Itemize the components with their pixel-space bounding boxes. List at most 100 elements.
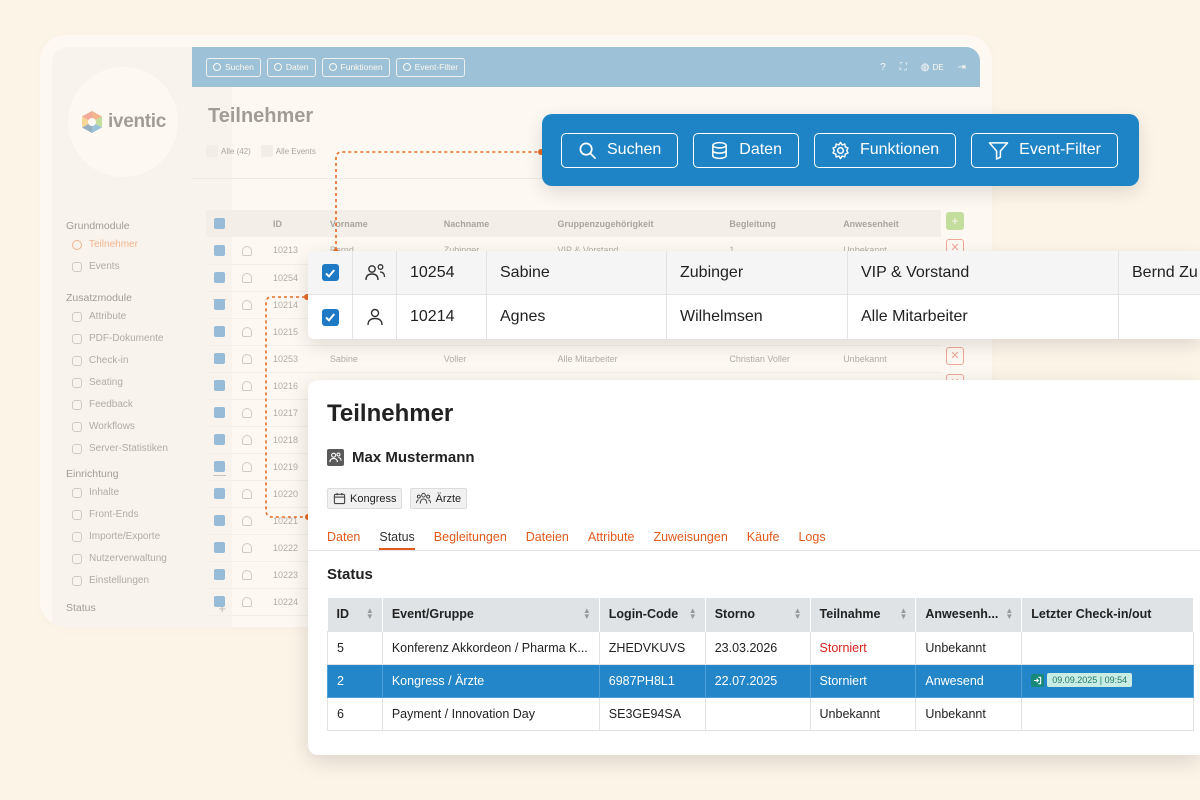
status-last-checkin bbox=[1021, 696, 1194, 731]
tab-begleitungen[interactable]: Begleitungen bbox=[434, 530, 507, 550]
database-icon bbox=[712, 141, 728, 159]
detail-title: Teilnehmer bbox=[327, 400, 454, 427]
person-icon bbox=[327, 449, 344, 466]
row-last-name: Zubinger bbox=[667, 251, 848, 294]
status-participation: Storniert bbox=[809, 630, 917, 665]
connector-rows bbox=[265, 296, 308, 518]
status-column-label: Event/Gruppe bbox=[391, 607, 474, 622]
status-column-label: Teilnahme bbox=[819, 607, 881, 622]
status-table-header: ID ▲ ▼ Event/Gruppe ▲ ▼ Login-Code ▲ ▼ Storno ▲ ▼ Te… bbox=[327, 598, 1194, 631]
person-name: Max Mustermann bbox=[352, 449, 475, 466]
event-chips: Kongress Ärzte bbox=[327, 488, 468, 509]
table-row[interactable]: 10214 Agnes Wilhelmsen Alle Mitarbeiter bbox=[308, 295, 1200, 339]
checkin-entry: 09.09.2025 | 09:54 bbox=[1031, 673, 1133, 688]
status-id: 6 bbox=[327, 696, 383, 731]
calendar-icon bbox=[333, 492, 346, 505]
row-companion bbox=[1119, 295, 1200, 339]
status-event: Konferenz Akkordeon / Pharma K... bbox=[381, 630, 600, 665]
status-column-label: Storno bbox=[714, 607, 755, 622]
status-column-label: Letzter Check-in/out bbox=[1031, 607, 1152, 622]
data-button-label: Daten bbox=[739, 141, 782, 158]
check-icon bbox=[325, 268, 336, 278]
person-group-icon bbox=[364, 263, 385, 280]
status-column-label: Anwesenh... bbox=[925, 607, 999, 622]
row-type-cell bbox=[353, 295, 397, 339]
status-table-body: 5 Konferenz Akkordeon / Pharma K... ZHEDVK… bbox=[327, 630, 1194, 731]
participant-detail-panel: Teilnehmer Max Mustermann Kongress Ärzte… bbox=[308, 380, 1200, 755]
tab-dateien[interactable]: Dateien bbox=[526, 530, 569, 550]
chip-group[interactable]: Ärzte bbox=[410, 488, 468, 509]
status-column-header[interactable]: Letzter Check-in/out bbox=[1021, 598, 1194, 631]
tab-status[interactable]: Status bbox=[379, 530, 415, 550]
status-row[interactable]: 5 Konferenz Akkordeon / Pharma K... ZHEDVK… bbox=[327, 630, 1194, 665]
detail-tabs: Daten Status Begleitungen Dateien Attribute Z… bbox=[327, 530, 845, 550]
tab-attribute[interactable]: Attribute bbox=[588, 530, 635, 550]
status-row[interactable]: 6 Payment / Innovation Day SE3GE94SA Unbeka… bbox=[327, 696, 1194, 731]
sort-icon[interactable]: ▲ ▼ bbox=[1005, 607, 1013, 621]
row-checkbox[interactable] bbox=[321, 264, 339, 281]
status-row[interactable]: 2 Kongress / Ärzte 6987PH8L1 22.07.2025 Stor… bbox=[327, 663, 1194, 698]
rows-zoom: 10254 Sabine Zubinger VIP & Vorstand Ber… bbox=[308, 251, 1200, 339]
chip-event-label: Kongress bbox=[350, 492, 397, 505]
status-presence: Unbekannt bbox=[915, 630, 1023, 665]
sort-icon[interactable]: ▲ ▼ bbox=[794, 607, 802, 621]
status-storno: 22.07.2025 bbox=[704, 663, 811, 698]
row-companion: Bernd Zu bbox=[1132, 263, 1198, 281]
row-group: Alle Mitarbeiter bbox=[848, 295, 1119, 339]
tab-daten[interactable]: Daten bbox=[327, 530, 360, 550]
functions-button[interactable]: Funktionen bbox=[813, 132, 957, 168]
status-login-code: ZHEDVKUVS bbox=[598, 630, 706, 665]
table-row[interactable]: 10254 Sabine Zubinger VIP & Vorstand Ber… bbox=[308, 251, 1200, 295]
status-login-code: SE3GE94SA bbox=[598, 696, 706, 731]
sort-icon[interactable]: ▲ ▼ bbox=[899, 607, 907, 621]
data-button[interactable]: Daten bbox=[693, 132, 799, 168]
status-event: Kongress / Ärzte bbox=[381, 663, 600, 698]
sort-icon[interactable]: ▲ ▼ bbox=[583, 607, 591, 621]
status-column-label: ID bbox=[336, 607, 350, 622]
event-filter-button[interactable]: Event-Filter bbox=[971, 132, 1118, 168]
status-column-label: Login-Code bbox=[608, 607, 679, 622]
section-title: Status bbox=[327, 566, 373, 583]
filter-icon bbox=[988, 141, 1009, 160]
row-first-name: Sabine bbox=[487, 251, 667, 294]
person-icon bbox=[366, 308, 383, 326]
tab-logs[interactable]: Logs bbox=[798, 530, 825, 550]
tab-käufe[interactable]: Käufe bbox=[747, 530, 780, 550]
status-column-header[interactable]: Storno ▲ ▼ bbox=[705, 598, 811, 631]
row-last-name: Wilhelmsen bbox=[667, 295, 848, 339]
status-id: 2 bbox=[327, 663, 383, 698]
status-storno: 23.03.2026 bbox=[704, 630, 811, 665]
status-presence: Unbekannt bbox=[915, 696, 1023, 731]
status-column-header[interactable]: ID ▲ ▼ bbox=[327, 598, 383, 631]
row-checkbox-cell bbox=[308, 251, 353, 294]
stage: iventic Grundmodule—TeilnehmerEventsZusa… bbox=[0, 0, 1200, 800]
sort-icon[interactable]: ▲ ▼ bbox=[366, 607, 374, 621]
status-id: 5 bbox=[327, 630, 383, 665]
event-filter-button-label: Event-Filter bbox=[1019, 141, 1101, 158]
sort-icon[interactable]: ▲ ▼ bbox=[689, 607, 697, 621]
search-icon bbox=[579, 142, 596, 159]
status-column-header[interactable]: Login-Code ▲ ▼ bbox=[599, 598, 706, 631]
gear-icon bbox=[832, 141, 849, 159]
tab-zuweisungen[interactable]: Zuweisungen bbox=[653, 530, 727, 550]
functions-button-label: Funktionen bbox=[859, 141, 940, 158]
status-login-code: 6987PH8L1 bbox=[598, 663, 706, 698]
chip-group-label: Ärzte bbox=[435, 492, 462, 505]
toolbar-zoom: Suchen Daten Funktionen Event-Filter bbox=[542, 114, 1139, 186]
status-last-checkin bbox=[1021, 630, 1194, 665]
search-button[interactable]: Suchen bbox=[561, 132, 679, 168]
status-presence: Anwesend bbox=[915, 663, 1023, 698]
status-column-header[interactable]: Anwesenh... ▲ ▼ bbox=[915, 598, 1023, 631]
chip-event[interactable]: Kongress bbox=[327, 488, 403, 509]
status-table: ID ▲ ▼ Event/Gruppe ▲ ▼ Login-Code ▲ ▼ Storno ▲ ▼ Te… bbox=[327, 598, 1194, 731]
checkin-timestamp: 09.09.2025 | 09:54 bbox=[1047, 673, 1133, 688]
status-participation: Unbekannt bbox=[809, 696, 917, 731]
row-id: 10254 bbox=[397, 251, 487, 294]
status-column-header[interactable]: Event/Gruppe ▲ ▼ bbox=[382, 598, 600, 631]
status-column-header[interactable]: Teilnahme ▲ ▼ bbox=[810, 598, 917, 631]
row-checkbox-cell bbox=[308, 295, 353, 339]
row-checkbox[interactable] bbox=[321, 308, 339, 326]
connector-toolbar bbox=[335, 151, 540, 250]
check-icon bbox=[325, 313, 336, 322]
row-id: 10214 bbox=[397, 295, 487, 339]
